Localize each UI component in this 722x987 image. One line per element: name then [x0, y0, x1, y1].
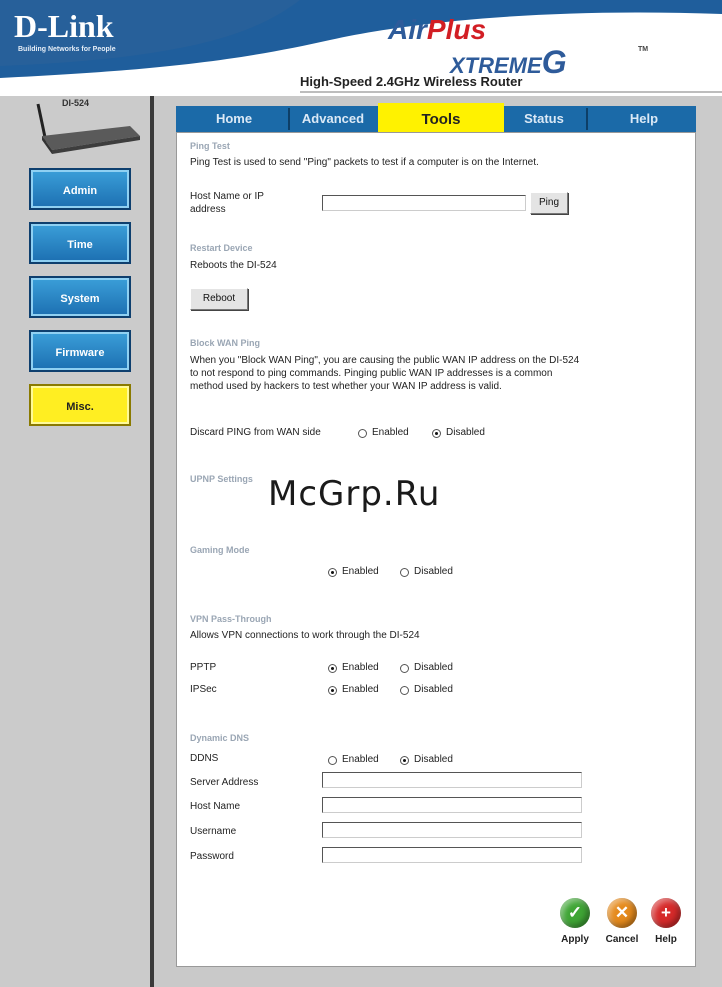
watermark: McGrp.Ru	[268, 474, 441, 514]
gaming-disabled-radio[interactable]	[400, 568, 409, 577]
vpn-description: Allows VPN connections to work through t…	[190, 630, 420, 641]
username-input[interactable]	[322, 822, 582, 838]
pptp-disabled-radio[interactable]	[400, 664, 409, 673]
ping-test-description: Ping Test is used to send "Ping" packets…	[190, 157, 539, 168]
section-title-restart: Restart Device	[190, 243, 253, 253]
sidebar-divider	[150, 96, 154, 987]
pptp-disabled-label: Disabled	[414, 662, 453, 673]
password-label: Password	[190, 851, 234, 862]
product-plus: Plus	[426, 14, 487, 45]
section-title-gaming: Gaming Mode	[190, 545, 250, 555]
ddns-label: DDNS	[190, 753, 219, 764]
section-title-ddns: Dynamic DNS	[190, 733, 250, 743]
block-wan-line: to not respond to ping commands. Pinging…	[190, 368, 553, 379]
ipsec-label: IPSec	[190, 684, 217, 695]
cancel-x-icon[interactable]: ✕	[607, 898, 637, 928]
host-label-line2: address	[190, 204, 226, 215]
discard-ping-label: Discard PING from WAN side	[190, 427, 321, 438]
apply-label[interactable]: Apply	[551, 934, 599, 945]
apply-check-icon[interactable]: ✓	[560, 898, 590, 928]
host-name-input[interactable]	[322, 797, 582, 813]
tab-status[interactable]: Status	[508, 106, 580, 132]
help-plus-icon[interactable]: +	[651, 898, 681, 928]
block-wan-line: method used by hackers to test whether y…	[190, 381, 502, 392]
ddns-disabled-label: Disabled	[414, 754, 453, 765]
tab-help[interactable]: Help	[596, 106, 692, 132]
ping-button[interactable]: Ping	[530, 192, 568, 214]
tab-tools[interactable]: Tools	[378, 103, 504, 135]
model-label: DI-524	[62, 98, 90, 108]
server-address-label: Server Address	[190, 777, 259, 788]
tab-separator	[586, 108, 588, 130]
right-edge	[700, 96, 722, 987]
block-wan-disabled-label: Disabled	[446, 427, 485, 438]
gaming-enabled-label: Enabled	[342, 566, 379, 577]
restart-description: Reboots the DI-524	[190, 260, 277, 271]
host-label-line1: Host Name or IP	[190, 191, 264, 202]
section-title-vpn: VPN Pass-Through	[190, 614, 272, 624]
block-wan-disabled-radio[interactable]	[432, 429, 441, 438]
product-g: G	[541, 44, 567, 80]
section-title-block-wan: Block WAN Ping	[190, 338, 261, 348]
header: D-Link Building Networks for People AirP…	[0, 0, 722, 96]
ipsec-enabled-radio[interactable]	[328, 686, 337, 695]
server-address-input[interactable]	[322, 772, 582, 788]
dlink-logo: D-Link	[14, 8, 114, 44]
block-wan-line: When you "Block WAN Ping", you are causi…	[190, 355, 580, 366]
ipsec-disabled-label: Disabled	[414, 684, 453, 695]
product-trademark: TM	[638, 46, 649, 53]
section-title-upnp: UPNP Settings	[190, 474, 253, 484]
host-input[interactable]	[322, 195, 526, 211]
product-logo: AirPlus XTREMEG TM	[388, 14, 648, 80]
pptp-label: PPTP	[190, 662, 217, 673]
cancel-label[interactable]: Cancel	[598, 934, 646, 945]
help-label[interactable]: Help	[642, 934, 690, 945]
pptp-enabled-label: Enabled	[342, 662, 379, 673]
ipsec-disabled-radio[interactable]	[400, 686, 409, 695]
block-wan-enabled-radio[interactable]	[358, 429, 367, 438]
password-input[interactable]	[322, 847, 582, 863]
dlink-tagline: Building Networks for People	[18, 46, 116, 53]
sidebar-item-admin[interactable]: Admin	[29, 168, 131, 210]
product-air: Air	[388, 14, 427, 45]
sidebar-item-time[interactable]: Time	[29, 222, 131, 264]
sidebar-item-system[interactable]: System	[29, 276, 131, 318]
ddns-disabled-radio[interactable]	[400, 756, 409, 765]
ddns-enabled-radio[interactable]	[328, 756, 337, 765]
username-label: Username	[190, 826, 237, 837]
sidebar-item-firmware[interactable]: Firmware	[29, 330, 131, 372]
reboot-button[interactable]: Reboot	[190, 288, 248, 310]
tab-home[interactable]: Home	[186, 106, 282, 132]
block-wan-enabled-label: Enabled	[372, 427, 409, 438]
content-panel	[176, 132, 696, 967]
ddns-enabled-label: Enabled	[342, 754, 379, 765]
section-title-ping-test: Ping Test	[190, 141, 230, 151]
host-name-label: Host Name	[190, 801, 241, 812]
tab-advanced[interactable]: Advanced	[290, 106, 376, 132]
block-wan-description: When you "Block WAN Ping", you are causi…	[190, 354, 690, 393]
gaming-disabled-label: Disabled	[414, 566, 453, 577]
product-subtitle: High-Speed 2.4GHz Wireless Router	[300, 74, 523, 89]
gaming-enabled-radio[interactable]	[328, 568, 337, 577]
ipsec-enabled-label: Enabled	[342, 684, 379, 695]
pptp-enabled-radio[interactable]	[328, 664, 337, 673]
sidebar-item-misc[interactable]: Misc.	[29, 384, 131, 426]
